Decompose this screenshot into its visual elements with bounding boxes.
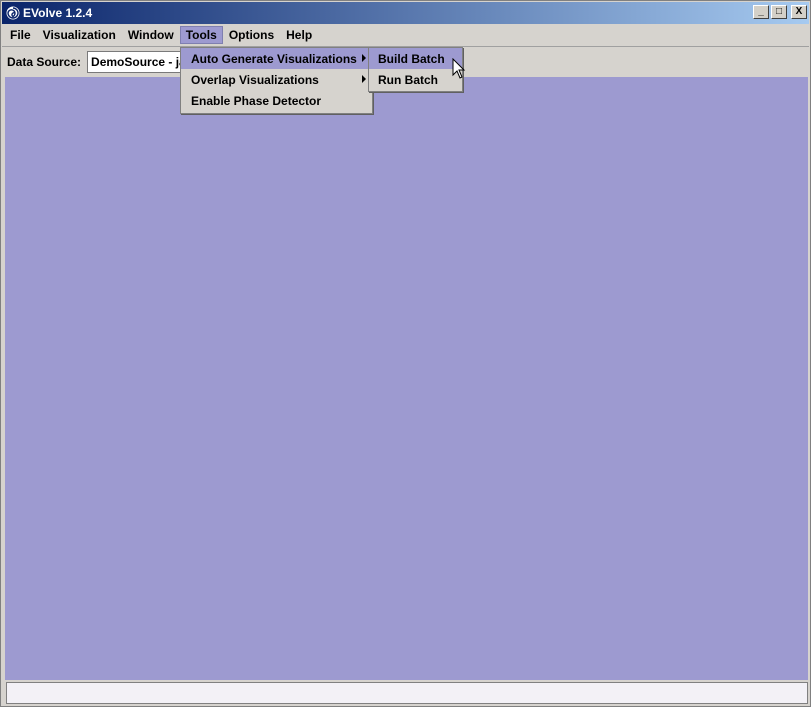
menu-item-overlap-visualizations[interactable]: Overlap Visualizations [181,69,372,90]
menu-item-label: Run Batch [378,72,438,87]
menu-tools-label: Tools [185,28,217,42]
menu-visualization[interactable]: Visualization [37,26,122,44]
menu-bar: File Visualization Window Tools Options … [2,24,809,46]
menu-item-label: Overlap Visualizations [191,72,319,87]
maximize-icon: □ [775,6,783,17]
menu-window[interactable]: Window [122,26,180,44]
submenu-arrow-icon [362,75,366,83]
menu-item-label: Auto Generate Visualizations [191,51,357,66]
tools-menu-dropdown: Auto Generate Visualizations Overlap Vis… [180,47,373,114]
menu-item-enable-phase-detector[interactable]: Enable Phase Detector [181,90,372,111]
menu-options-label: Options [228,28,275,42]
menu-tools[interactable]: Tools [179,26,223,44]
close-button[interactable]: X [791,5,807,19]
menu-window-label: Window [127,28,174,42]
close-icon: X [795,6,803,17]
menu-item-run-batch[interactable]: Run Batch [369,69,462,90]
window-controls: _ □ X [753,5,807,19]
menu-visualization-label: Visualization [42,28,116,42]
menu-file-label: File [10,28,31,42]
menu-help-label: Help [286,28,313,42]
menu-item-build-batch[interactable]: Build Batch [369,48,462,69]
submenu-arrow-icon [362,54,366,62]
app-window: EVolve 1.2.4 _ □ X File Visualization Wi… [0,0,811,707]
data-source-label: Data Source: [7,55,82,69]
mouse-pointer-icon [452,58,466,79]
window-title: EVolve 1.2.4 [23,6,93,20]
menu-item-label: Enable Phase Detector [191,93,322,108]
evolve-app-icon [5,5,21,21]
menu-item-label: Build Batch [378,51,445,66]
desktop-area[interactable] [5,77,808,680]
minimize-icon: _ [758,6,764,17]
auto-generate-submenu: Build Batch Run Batch [368,47,463,92]
menu-file[interactable]: File [4,26,37,44]
menu-help[interactable]: Help [280,26,318,44]
menu-item-auto-generate-visualizations[interactable]: Auto Generate Visualizations [181,48,372,69]
status-bar [6,682,808,704]
title-bar[interactable]: EVolve 1.2.4 _ □ X [2,2,809,24]
minimize-button[interactable]: _ [753,5,769,19]
maximize-button[interactable]: □ [771,5,787,19]
data-source-value: DemoSource - ja [91,55,186,69]
menu-options[interactable]: Options [223,26,280,44]
